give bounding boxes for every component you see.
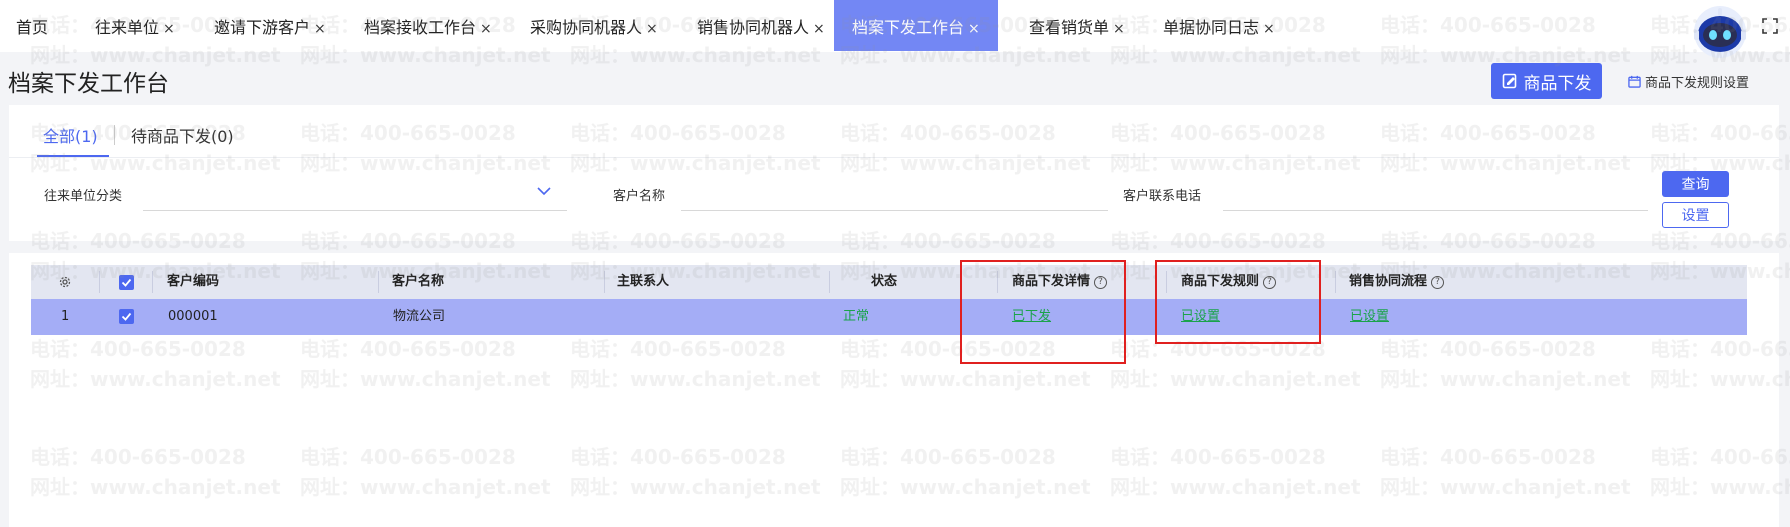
tab-purchase-robot[interactable]: 采购协同机器人 × (530, 0, 658, 52)
filter-panel: 全部(1) 待商品下发(0) 往来单位分类 客户名称 客户联系电话 查询 设置 (9, 105, 1779, 241)
column-divider (1335, 271, 1336, 293)
row-checkbox[interactable] (119, 309, 134, 324)
chevron-down-icon[interactable] (536, 184, 552, 198)
help-icon[interactable]: ? (1431, 275, 1445, 289)
highlight-box-rule (1155, 260, 1321, 344)
subtab-divider (114, 125, 115, 145)
column-divider (152, 271, 153, 293)
customer-code: 000001 (168, 309, 218, 324)
highlight-box-detail (960, 260, 1126, 364)
customer-name: 物流公司 (393, 309, 446, 324)
tab-sales-orders[interactable]: 查看销货单 × (1029, 0, 1125, 52)
close-icon[interactable]: × (646, 21, 658, 37)
column-header-contact: 主联系人 (617, 274, 670, 289)
close-icon[interactable]: × (480, 21, 492, 37)
sales-flow-link[interactable]: 已设置 (1350, 299, 1389, 335)
check-icon (121, 312, 132, 321)
distribute-goods-button[interactable]: 商品下发 (1491, 63, 1602, 99)
column-divider (99, 271, 100, 293)
settings-button[interactable]: 设置 (1662, 202, 1729, 228)
customer-name-label: 客户名称 (613, 189, 666, 204)
tab-sync-log[interactable]: 单据协同日志 × (1163, 0, 1275, 52)
category-select[interactable] (143, 181, 567, 211)
subtab-pending[interactable]: 待商品下发(0) (131, 123, 234, 147)
subtab-all[interactable]: 全部(1) (43, 123, 98, 147)
page: 首页 往来单位 × 邀请下游客户 × 档案接收工作台 × 采购协同机器人 × 销售协同机… (0, 0, 1790, 527)
distribution-rule-settings-link[interactable]: 商品下发规则设置 (1628, 72, 1749, 91)
table-row[interactable]: 1 000001 物流公司 正常 已下发 已设置 已设置 (31, 299, 1747, 335)
close-icon[interactable]: × (1263, 21, 1275, 37)
customer-table: 客户编码 客户名称 主联系人 状态 商品下发详情? 商品下发规则? 销售协同流程… (9, 253, 1779, 527)
edit-icon (1502, 73, 1516, 89)
column-header-status: 状态 (871, 274, 898, 289)
tab-home[interactable]: 首页 (16, 0, 48, 52)
close-icon[interactable]: × (1113, 21, 1125, 37)
column-header-name: 客户名称 (392, 274, 445, 289)
customer-name-input[interactable] (681, 181, 1108, 211)
check-icon (121, 278, 132, 287)
customer-phone-label: 客户联系电话 (1123, 189, 1202, 204)
category-label: 往来单位分类 (44, 189, 123, 204)
fullscreen-icon[interactable] (1762, 18, 1778, 34)
customer-phone-input[interactable] (1223, 181, 1648, 211)
column-header-flow: 销售协同流程? (1349, 265, 1445, 299)
query-button[interactable]: 查询 (1662, 171, 1729, 197)
column-divider (378, 271, 379, 293)
close-icon[interactable]: × (163, 21, 175, 37)
close-icon[interactable]: × (968, 21, 980, 37)
tab-archive-receive[interactable]: 档案接收工作台 × (364, 0, 492, 52)
column-divider (604, 271, 605, 293)
gear-icon[interactable] (58, 275, 72, 289)
column-divider (829, 271, 830, 293)
tab-invite-customers[interactable]: 邀请下游客户 × (214, 0, 326, 52)
select-all-checkbox[interactable] (119, 275, 134, 290)
assistant-robot-icon[interactable] (1690, 4, 1750, 60)
column-header-code: 客户编码 (167, 274, 220, 289)
tab-sales-robot[interactable]: 销售协同机器人 × (697, 0, 825, 52)
tab-archive-distribute[interactable]: 档案下发工作台 × (834, 0, 998, 51)
status-badge: 正常 (843, 309, 870, 324)
close-icon[interactable]: × (314, 21, 326, 37)
divider (9, 157, 1779, 158)
tab-bar: 首页 往来单位 × 邀请下游客户 × 档案接收工作台 × 采购协同机器人 × 销售协同机… (0, 0, 1790, 58)
calendar-icon (1628, 75, 1641, 88)
table-header: 客户编码 客户名称 主联系人 状态 商品下发详情? 商品下发规则? 销售协同流程… (31, 265, 1747, 299)
row-index: 1 (61, 309, 70, 324)
tab-partners[interactable]: 往来单位 × (95, 0, 175, 52)
page-title: 档案下发工作台 (8, 71, 169, 97)
close-icon[interactable]: × (813, 21, 825, 37)
